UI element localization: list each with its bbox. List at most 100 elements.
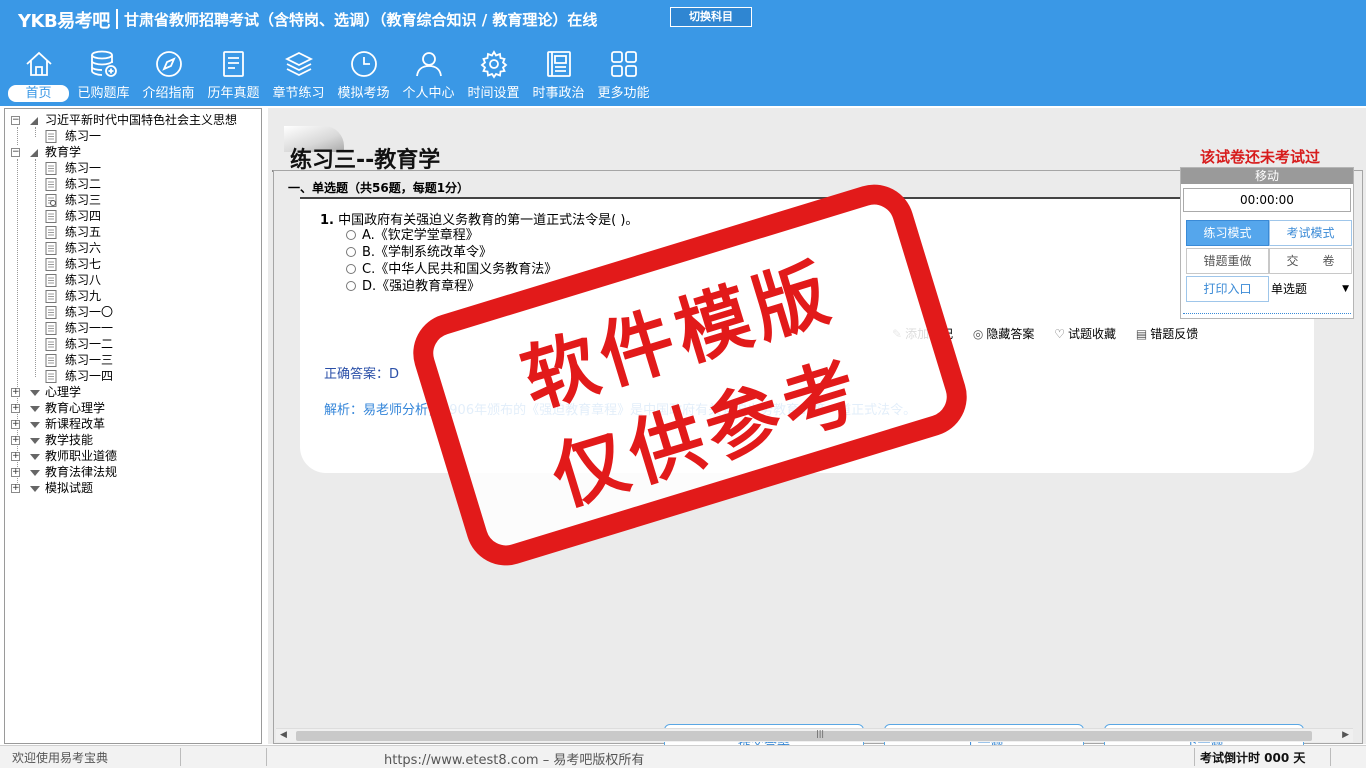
newspaper-icon [546,51,571,77]
tree-group-collapsed[interactable]: + 模拟试题 [11,480,261,496]
scroll-right-icon[interactable]: ▶ [1342,730,1349,740]
nav-time-settings[interactable]: 时间设置 [461,46,526,104]
nav-label: 介绍指南 [142,86,195,101]
report-error-button[interactable]: ▤ 错题反馈 [1136,325,1198,342]
expand-toggle[interactable]: + [11,404,20,413]
title-row: YKB易考吧 甘肃省教师招聘考试（含特岗、选调）（教育综合知识 / 教育理论）在… [0,0,1366,36]
tree-item[interactable]: 练习八 [11,272,261,288]
tree-group-collapsed[interactable]: + 心理学 [11,384,261,400]
nav-personal-center[interactable]: 个人中心 [396,46,461,104]
expand-toggle[interactable]: + [11,468,20,477]
nav-guide[interactable]: 介绍指南 [136,46,201,104]
expand-toggle[interactable]: + [11,420,20,429]
tree-item[interactable]: 练习一 [11,160,261,176]
radio-button[interactable] [346,230,356,240]
tree-item[interactable]: 练习九 [11,288,261,304]
tree-item[interactable]: 练习三 [11,192,261,208]
add-note-button[interactable]: ✎ 添加笔记 [892,325,953,342]
timer-display: 00:00:00 [1183,188,1351,212]
select-value: 单选题 [1271,282,1308,296]
move-handle[interactable]: 移动 [1181,168,1353,184]
expand-toggle[interactable]: + [11,436,20,445]
tree-group-collapsed[interactable]: + 教育心理学 [11,400,261,416]
tree-item-label: 练习八 [65,273,102,287]
exam-countdown: 考试倒计时 000 天 [1200,751,1306,765]
main-nav: 首页 已购题库 介绍指南 历年真题 章节练习 模拟考场 个人中心 时间设置 时事… [6,46,656,104]
redo-wrong-button[interactable]: 错题重做 [1186,248,1269,274]
tree-item[interactable]: 练习六 [11,240,261,256]
tree-item[interactable]: 练习四 [11,208,261,224]
nav-purchased[interactable]: 已购题库 [71,46,136,104]
compass-icon [155,51,182,77]
tree-item[interactable]: 练习一二 [11,336,261,352]
tree-item[interactable]: 练习二 [11,176,261,192]
nav-label: 已购题库 [77,86,130,101]
collapse-toggle[interactable]: − [11,148,20,157]
radio-button[interactable] [346,247,356,257]
paper-header: 练习三--教育学 该试卷还未考试过 [272,118,1362,173]
tree-item-label: 练习九 [65,289,102,303]
tree-item-label: 练习一 [65,129,102,143]
question-card: 1. 中国政府有关强迫义务教育的第一道正式法令是( )。 A.《钦定学堂章程》 … [300,197,1314,473]
tree-item[interactable]: 练习一〇 [11,304,261,320]
paper-status: 该试卷还未考试过 [1200,148,1321,166]
nav-home[interactable]: 首页 [6,46,71,104]
favorite-button[interactable]: ♡ 试题收藏 [1054,325,1116,342]
status-bar: 欢迎使用易考宝典 https://www.etest8.com – 易考吧版权所… [0,745,1366,768]
panel-resize-edge[interactable] [1183,310,1351,314]
option-c[interactable]: C.《中华人民共和国义务教育法》 [346,261,557,278]
horizontal-scrollbar[interactable]: ◀ ||| ▶ [276,728,1353,742]
option-b[interactable]: B.《学制系统改革令》 [346,244,492,261]
eye-slash-icon: ◎ [972,327,984,341]
hand-in-button[interactable]: 交 卷 [1269,248,1352,274]
radio-button[interactable] [346,281,356,291]
tree-item-label: 练习一 [65,161,102,175]
expand-toggle[interactable]: + [11,484,20,493]
tree-item[interactable]: 练习一 [11,128,261,144]
print-button[interactable]: 打印入口 [1186,276,1269,302]
tree-group-collapsed[interactable]: + 教师职业道德 [11,448,261,464]
layers-icon [284,51,313,77]
scroll-thumb[interactable] [296,731,1312,741]
radio-button[interactable] [346,264,356,274]
tree-group-xi-thought[interactable]: − 习近平新时代中国特色社会主义思想 [11,112,261,128]
title-separator [116,9,118,29]
question-tools: ✎ 添加笔记 ◎ 隐藏答案 ♡ 试题收藏 ▤ 错题反馈 [892,325,1214,342]
switch-subject-button[interactable]: 切换科目 [670,7,752,27]
expand-toggle[interactable]: + [11,452,20,461]
question-type-select[interactable]: 单选题 ▼ [1269,276,1353,302]
option-a[interactable]: A.《钦定学堂章程》 [346,227,479,244]
user-icon [415,52,442,77]
status-divider [266,748,267,766]
tree-group-pedagogy[interactable]: − 教育学 [11,144,261,160]
option-d[interactable]: D.《强迫教育章程》 [346,278,480,295]
tree-item[interactable]: 练习一四 [11,368,261,384]
nav-more[interactable]: 更多功能 [591,46,656,104]
nav-current-affairs[interactable]: 时事政治 [526,46,591,104]
expand-toggle[interactable]: + [11,388,20,397]
nav-past-papers[interactable]: 历年真题 [201,46,266,104]
tree-group-collapsed[interactable]: + 教育法律法规 [11,464,261,480]
nav-mock-exam[interactable]: 模拟考场 [331,46,396,104]
status-divider [1194,748,1195,766]
document-list-icon [222,51,244,77]
triangle-closed-icon [29,482,41,498]
tree-item-label: 练习六 [65,241,102,255]
tree-group-label: 教育学 [45,145,82,159]
tree-item[interactable]: 练习一一 [11,320,261,336]
tree-item-label: 练习二 [65,177,102,191]
tree-item[interactable]: 练习七 [11,256,261,272]
tree-item[interactable]: 练习一三 [11,352,261,368]
tree-group-collapsed[interactable]: + 新课程改革 [11,416,261,432]
hide-answer-button[interactable]: ◎ 隐藏答案 [973,325,1035,342]
practice-mode-button[interactable]: 练习模式 [1186,220,1269,246]
tree-item-label: 练习四 [65,209,102,223]
exam-mode-button[interactable]: 考试模式 [1269,220,1352,246]
collapse-toggle[interactable]: − [11,116,20,125]
tree-group-label: 心理学 [45,385,82,399]
scroll-left-icon[interactable]: ◀ [280,730,287,740]
nav-chapter-practice[interactable]: 章节练习 [266,46,331,104]
tree-item[interactable]: 练习五 [11,224,261,240]
grid-icon [610,51,637,77]
tree-group-collapsed[interactable]: + 教学技能 [11,432,261,448]
